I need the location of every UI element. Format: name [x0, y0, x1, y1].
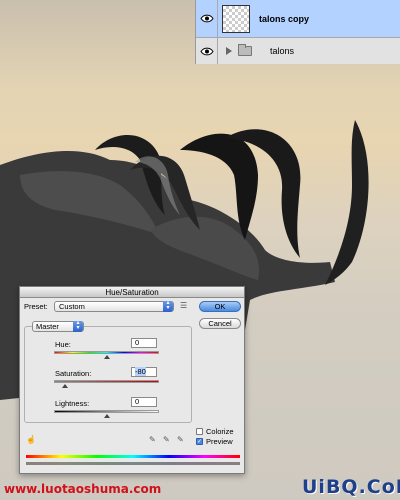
eye-icon: [199, 14, 214, 23]
dialog-titlebar[interactable]: Hue/Saturation: [20, 287, 244, 298]
saturation-slider-track[interactable]: [54, 380, 159, 383]
layer-row-talons-copy[interactable]: talons copy: [196, 0, 400, 38]
hue-slider-knob[interactable]: [103, 355, 110, 359]
expand-triangle-icon[interactable]: [226, 47, 232, 55]
folder-icon: [238, 44, 252, 56]
hue-value: 0: [135, 338, 140, 347]
preset-value: Custom: [59, 302, 85, 311]
popup-arrows-icon: ▴ ▾: [163, 300, 173, 312]
eye-icon: [199, 47, 214, 55]
lightness-slider-knob[interactable]: [103, 414, 110, 418]
lightness-field[interactable]: 0: [131, 397, 157, 407]
hue-slider-track[interactable]: [54, 351, 159, 354]
layers-panel: talons copy talons: [195, 0, 400, 64]
layer-row-talons[interactable]: talons: [196, 38, 400, 64]
eyedropper-icon[interactable]: ✎: [149, 435, 156, 444]
layer-name: talons copy: [259, 13, 310, 24]
preset-select[interactable]: Custom ▴ ▾: [54, 300, 174, 312]
saturation-label: Saturation:: [55, 369, 92, 378]
visibility-toggle[interactable]: [196, 0, 218, 37]
saturation-slider-knob[interactable]: [61, 384, 68, 388]
cancel-button[interactable]: Cancel: [199, 318, 241, 329]
talon-5: [325, 120, 369, 285]
eyedropper-minus-icon[interactable]: ✎: [177, 435, 184, 444]
ok-button[interactable]: OK: [199, 301, 241, 312]
popup-arrows-icon: ▴ ▾: [73, 320, 83, 332]
saturation-value: -80: [135, 367, 146, 376]
eyedropper-plus-icon[interactable]: ✎: [163, 435, 170, 444]
watermark-right: UiBQ.CoM: [302, 476, 400, 498]
colorize-label: Colorize: [206, 427, 234, 436]
watermark-left: www.luotaoshuma.com: [4, 482, 162, 496]
hue-field[interactable]: 0: [131, 338, 157, 348]
channel-select[interactable]: Master ▴ ▾: [32, 320, 84, 332]
output-color-bar: [26, 462, 240, 465]
lightness-slider-track[interactable]: [54, 410, 159, 413]
dialog-title: Hue/Saturation: [105, 288, 159, 297]
visibility-toggle[interactable]: [196, 38, 218, 64]
input-color-bar: [26, 455, 240, 458]
preset-label: Preset:: [24, 302, 48, 311]
colorize-checkbox[interactable]: [196, 428, 203, 435]
adjustment-group: [24, 326, 192, 423]
hue-label: Hue:: [55, 340, 71, 349]
layer-name: talons: [270, 46, 295, 56]
lightness-value: 0: [135, 397, 140, 406]
preview-label: Preview: [206, 437, 233, 446]
targeted-adjustment-icon[interactable]: ☝: [26, 435, 36, 444]
preview-checkbox[interactable]: ✓: [196, 438, 203, 445]
lightness-label: Lightness:: [55, 399, 90, 408]
channel-value: Master: [36, 322, 59, 331]
saturation-field[interactable]: -80: [131, 367, 157, 377]
layer-thumbnail: [222, 4, 250, 33]
preset-options-icon[interactable]: ☰: [180, 301, 187, 310]
hue-saturation-dialog: Hue/Saturation Preset: Custom ▴ ▾ ☰ OK Ca…: [19, 286, 245, 474]
